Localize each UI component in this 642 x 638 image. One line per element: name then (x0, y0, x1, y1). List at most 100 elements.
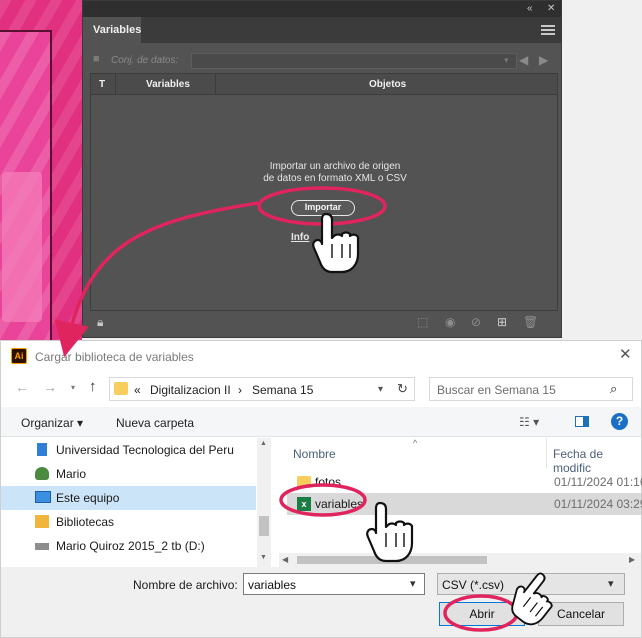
illustrator-app-icon: Ai (11, 348, 27, 364)
scroll-up-icon[interactable]: ▲ (260, 440, 267, 447)
folder-icon (297, 476, 311, 488)
excel-csv-icon: x (297, 497, 311, 511)
file-row-variables[interactable]: x variables 01/11/2024 03:29 (287, 493, 642, 515)
navigation-scrollbar[interactable]: ▲ ▼ (257, 438, 271, 567)
organize-button[interactable]: Organizar ▾ (21, 416, 83, 430)
forward-arrow-icon[interactable]: → (43, 379, 57, 395)
back-arrow-icon[interactable]: ← (15, 379, 29, 395)
view-options-icon[interactable]: ☷ ▾ (519, 415, 539, 429)
scrollbar-thumb[interactable] (259, 516, 269, 536)
nav-item-libraries[interactable]: Bibliotecas (1, 510, 256, 534)
search-icon[interactable]: ⌕ (610, 381, 617, 397)
breadcrumb-item[interactable]: Digitalizacion II (150, 383, 231, 397)
previous-icon[interactable]: ◀ (519, 53, 528, 67)
artboard-background (0, 0, 82, 344)
nav-item-label: Universidad Tecnologica del Peru (56, 443, 234, 457)
recent-locations-icon[interactable]: ▾ (71, 383, 75, 392)
artboard-shape (2, 172, 42, 322)
scroll-right-icon[interactable]: ▶ (629, 555, 635, 564)
column-divider (546, 438, 547, 468)
chevron-down-icon[interactable]: ▾ (410, 577, 416, 590)
scroll-left-icon[interactable]: ◀ (282, 555, 288, 564)
nav-item-label: Bibliotecas (56, 515, 115, 529)
file-row-fotos[interactable]: fotos 01/11/2024 01:16 (287, 471, 642, 493)
panel-menu-icon[interactable] (541, 25, 555, 37)
file-list: ^ Nombre Fecha de modific fotos 01/11/20… (275, 438, 642, 567)
dialog-title: Cargar biblioteca de variables (35, 350, 194, 364)
info-link[interactable]: Info (291, 232, 309, 243)
file-name: fotos (315, 475, 342, 489)
scroll-down-icon[interactable]: ▼ (260, 554, 267, 561)
import-button[interactable]: Importar (291, 200, 355, 216)
variables-panel: « ✕ Variables ■ Conj. de datos: ▾ ◀ ▶ T … (82, 0, 562, 338)
filename-value: variables (248, 578, 297, 592)
chevron-down-icon: ▾ (504, 55, 509, 65)
file-name: variables (315, 497, 364, 511)
filename-label: Nombre de archivo: (133, 578, 238, 592)
dataset-select[interactable]: ▾ (191, 53, 517, 69)
sort-up-icon: ^ (413, 438, 418, 448)
library-icon (35, 515, 49, 528)
load-variables-dialog: Ai Cargar biblioteca de variables ✕ ← → … (0, 340, 642, 638)
folder-icon (114, 382, 128, 395)
user-icon (35, 467, 49, 480)
import-message: Importar un archivo de origen de datos e… (263, 161, 407, 184)
lock-icon[interactable]: 🔒︎ (97, 315, 103, 330)
search-input[interactable]: Buscar en Semana 15 ⌕ (429, 377, 633, 401)
close-icon[interactable]: ✕ (619, 345, 632, 363)
building-icon (37, 443, 47, 456)
preview-pane-icon[interactable] (575, 416, 589, 427)
panel-topbar: « ✕ (83, 1, 561, 17)
chevron-down-icon[interactable]: ▾ (378, 384, 383, 395)
horizontal-scrollbar[interactable]: ◀ ▶ (279, 553, 641, 567)
nav-item-drive[interactable]: Mario Quiroz 2015_2 tb (D:) (1, 534, 256, 558)
open-button[interactable]: Abrir (439, 602, 525, 626)
column-type[interactable]: T (99, 79, 105, 90)
refresh-icon[interactable]: ↻ (397, 381, 408, 397)
next-icon[interactable]: ▶ (539, 53, 548, 67)
nav-item-label: Mario Quiroz 2015_2 tb (D:) (56, 539, 205, 553)
visibility-icon[interactable]: ◉ (445, 315, 455, 329)
capture-icon[interactable]: ⬚ (417, 315, 428, 329)
breadcrumb-separator: › (238, 383, 242, 397)
breadcrumb-prefix[interactable]: « (134, 383, 141, 397)
filename-field[interactable]: variables ▾ (243, 573, 425, 595)
search-placeholder: Buscar en Semana 15 (437, 383, 556, 397)
chevron-down-icon: ▾ (608, 578, 614, 590)
column-variables[interactable]: Variables (146, 79, 190, 90)
dialog-toolbar: Organizar ▾ Nueva carpeta ☷ ▾ ? (1, 407, 641, 437)
trash-icon[interactable]: 🗑︎ (523, 315, 538, 329)
breadcrumb-item[interactable]: Semana 15 (252, 383, 313, 397)
dataset-label: Conj. de datos: (111, 55, 179, 66)
file-date: 01/11/2024 01:16 (554, 475, 642, 489)
panel-tabbar (83, 17, 561, 43)
address-bar[interactable]: « Digitalizacion II › Semana 15 ▾ (109, 377, 415, 401)
unlink-icon[interactable]: ⊘ (471, 315, 481, 329)
nav-item-university[interactable]: Universidad Tecnologica del Peru (1, 438, 256, 462)
filetype-value: CSV (*.csv) (442, 578, 505, 592)
column-objects[interactable]: Objetos (369, 79, 406, 90)
nav-item-user[interactable]: Mario (1, 462, 256, 486)
column-name[interactable]: Nombre (293, 447, 336, 461)
nav-item-this-pc[interactable]: Este equipo (1, 486, 256, 510)
nav-item-label: Este equipo (56, 491, 120, 505)
drive-icon (35, 543, 49, 550)
up-arrow-icon[interactable]: ↑ (89, 378, 97, 395)
variables-table-header: T Variables Objetos (90, 73, 558, 95)
tab-variables[interactable]: Variables (83, 17, 141, 43)
cancel-button[interactable]: Cancelar (538, 602, 624, 626)
new-variable-icon[interactable]: ⊞ (497, 315, 507, 329)
navigation-pane: Universidad Tecnologica del Peru Mario E… (1, 438, 273, 567)
new-folder-button[interactable]: Nueva carpeta (116, 416, 194, 430)
close-icon[interactable]: ✕ (547, 3, 555, 14)
dataset-row: ■ Conj. de datos: ▾ ◀ ▶ (91, 51, 553, 73)
nav-item-label: Mario (56, 467, 87, 481)
artboard-content (0, 30, 52, 344)
help-icon[interactable]: ? (611, 413, 628, 430)
dialog-footer: Nombre de archivo: variables ▾ CSV (*.cs… (1, 567, 641, 637)
panel-bottombar: 🔒︎ ⬚ ◉ ⊘ ⊞ 🗑︎ (83, 311, 561, 337)
collapse-icon[interactable]: « (527, 3, 533, 14)
scrollbar-thumb[interactable] (297, 556, 487, 564)
camera-icon[interactable]: ■ (93, 53, 100, 65)
filetype-select[interactable]: CSV (*.csv) ▾ (437, 573, 625, 595)
